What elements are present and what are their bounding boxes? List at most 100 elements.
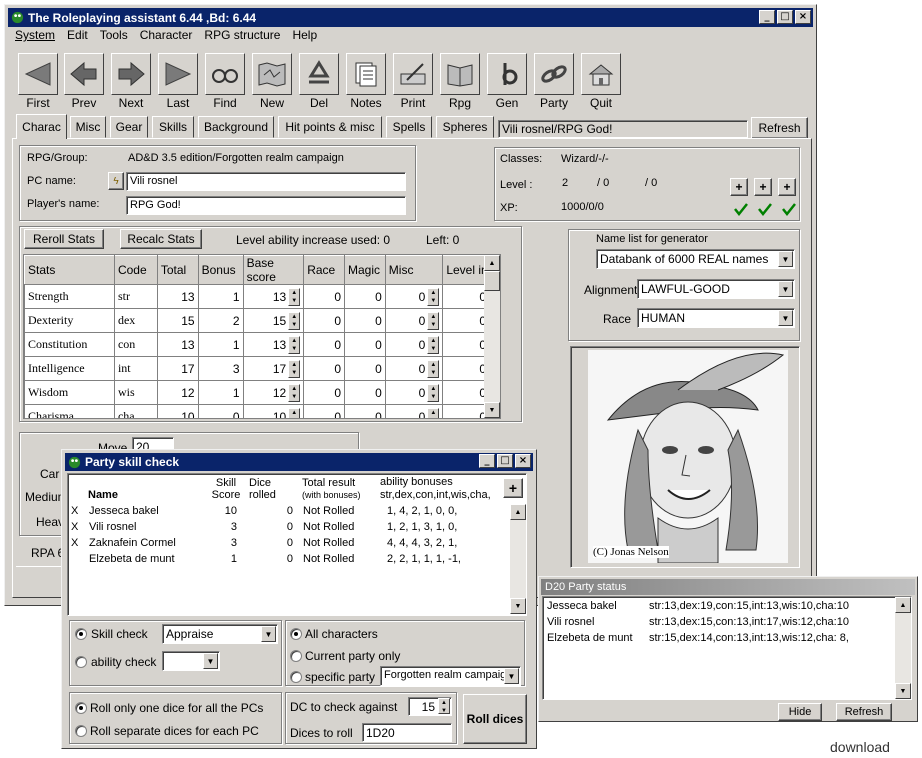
chevron-down-icon[interactable]: ▼ [778,281,793,297]
stat-base[interactable]: 13 ▲ ▼ [242,332,305,357]
menu-system[interactable]: System [9,25,61,44]
quit-button[interactable] [581,53,621,95]
stats-scrollbar[interactable]: ▲ ▼ [484,255,500,418]
tab-hit-points[interactable]: Hit points & misc [278,116,382,138]
stat-base-spinner[interactable]: ▲▼ [288,335,301,354]
gen-button[interactable] [487,53,527,95]
alignment-select[interactable]: LAWFUL-GOOD ▼ [637,279,795,299]
table-row[interactable]: X Zaknafein Cormel 3 0 Not Rolled 4, 4, 4, 3,… [69,535,463,551]
menu-edit[interactable]: Edit [61,25,94,44]
menu-character[interactable]: Character [134,25,199,44]
rpg-button[interactable] [440,53,480,95]
stat-base-spinner[interactable]: ▲▼ [288,407,301,418]
d20-scrollbar[interactable]: ▲ ▼ [895,597,911,699]
table-row[interactable]: X Vili rosnel 3 0 Not Rolled 1, 2, 1, 3, 1, 0… [69,519,463,535]
d20-refresh-button[interactable]: Refresh [836,703,892,721]
ability-check-radio[interactable] [75,656,87,668]
table-row[interactable]: X Jesseca bakel 10 0 Not Rolled 1, 4, 2, 1, 0… [69,503,463,519]
roll-dices-button[interactable]: Roll dices [463,694,527,744]
stat-misc[interactable]: 0▲▼ [384,356,444,381]
refresh-button[interactable]: Refresh [751,117,808,139]
chevron-down-icon[interactable]: ▼ [261,626,276,642]
table-row[interactable]: Vili rosnel str:13,dex:15,con:13,int:17,w… [545,614,851,630]
tab-misc[interactable]: Misc [70,116,106,138]
stat-misc-spinner[interactable]: ▲▼ [427,359,440,378]
d20-titlebar[interactable]: D20 Party status [541,579,915,595]
table-row[interactable]: Elzebeta de munt 1 0 Not Rolled 2, 2, 1, 1, … [69,551,463,567]
all-characters-radio[interactable] [290,628,302,640]
stat-misc-spinner[interactable]: ▲▼ [427,407,440,418]
first-button[interactable] [18,53,58,95]
level-plus-3-button[interactable]: + [778,178,796,196]
new-button[interactable] [252,53,292,95]
reroll-stats-button[interactable]: Reroll Stats [24,229,104,249]
scroll-down-button[interactable]: ▼ [484,402,500,418]
stat-base[interactable]: 17 ▲ ▼ [242,356,305,381]
dc-spinner[interactable]: ▲ ▼ [438,698,450,714]
ability-select[interactable]: ▼ [162,651,220,671]
tab-gear[interactable]: Gear [110,116,148,138]
maximize-button[interactable]: □ [497,454,513,468]
stat-misc-spinner[interactable]: ▲▼ [427,287,440,306]
level-plus-1-button[interactable]: + [730,178,748,196]
stat-base-spinner[interactable]: ▲▼ [288,383,301,402]
party-skill-titlebar[interactable]: Party skill check _ □ × [65,453,533,471]
find-button[interactable] [205,53,245,95]
stat-base[interactable]: 12 ▲ ▼ [242,380,305,405]
minimize-button[interactable]: _ [479,454,495,468]
scroll-up-button[interactable]: ▲ [484,255,500,271]
stat-misc-spinner[interactable]: ▲▼ [427,383,440,402]
maximize-button[interactable]: □ [777,10,793,24]
prev-button[interactable] [64,53,104,95]
dice-field[interactable]: 1D20 [362,723,452,742]
del-button[interactable] [299,53,339,95]
player-name-field[interactable]: RPG God! [126,196,406,215]
chevron-down-icon[interactable]: ▼ [778,310,793,326]
chevron-down-icon[interactable]: ▼ [778,251,793,267]
level-plus-2-button[interactable]: + [754,178,772,196]
menu-tools[interactable]: Tools [94,25,134,44]
specific-party-radio[interactable] [290,671,302,683]
scroll-down-button[interactable]: ▼ [510,598,526,614]
tab-charac[interactable]: Charac [16,114,67,139]
tab-skills[interactable]: Skills [152,116,194,138]
stat-base[interactable]: 13 ▲ ▼ [242,284,305,309]
stat-base[interactable]: 15 ▲ ▼ [242,308,305,333]
specific-party-select[interactable]: Forgotten realm campaign ▼ [380,666,521,686]
stat-base-spinner[interactable]: ▲▼ [288,311,301,330]
close-button[interactable]: × [515,454,531,468]
pc-name-generate-button[interactable]: ϟ [108,172,124,190]
stat-misc[interactable]: 0▲▼ [384,380,444,405]
tab-background[interactable]: Background [198,116,274,138]
print-button[interactable] [393,53,433,95]
pc-name-field[interactable]: Vili rosnel [126,172,406,191]
minimize-button[interactable]: _ [759,10,775,24]
menu-rpg-structure[interactable]: RPG structure [198,25,286,44]
name-list-select[interactable]: Databank of 6000 REAL names ▼ [596,249,795,269]
roll-separate-radio[interactable] [75,725,87,737]
tab-spells[interactable]: Spells [386,116,432,138]
skill-check-radio[interactable] [75,628,87,640]
race-select[interactable]: HUMAN ▼ [637,308,795,328]
party-skill-scrollbar[interactable]: ▲ ▼ [510,504,526,614]
add-pc-button[interactable]: + [503,478,523,498]
stat-base-spinner[interactable]: ▲▼ [288,287,301,306]
recalc-stats-button[interactable]: Recalc Stats [120,229,202,249]
menu-help[interactable]: Help [286,25,323,44]
stat-misc[interactable]: 0▲▼ [384,308,444,333]
table-row[interactable]: Elzebeta de munt str:15,dex:14,con:13,int… [545,630,851,646]
last-button[interactable] [158,53,198,95]
stat-misc[interactable]: 0▲▼ [384,332,444,357]
dc-field[interactable]: 15 ▲ ▼ [408,697,452,716]
chevron-down-icon[interactable]: ▼ [504,668,519,684]
scroll-thumb[interactable] [484,271,500,291]
stat-misc-spinner[interactable]: ▲▼ [427,335,440,354]
roll-one-radio[interactable] [75,702,87,714]
stat-base[interactable]: 10▲▼ [242,404,305,418]
scroll-down-button[interactable]: ▼ [895,683,911,699]
party-button[interactable] [534,53,574,95]
stat-base-spinner[interactable]: ▲▼ [288,359,301,378]
stat-misc[interactable]: 0▲▼ [384,404,444,418]
skill-select[interactable]: Appraise ▼ [162,624,278,644]
hide-button[interactable]: Hide [778,703,822,721]
